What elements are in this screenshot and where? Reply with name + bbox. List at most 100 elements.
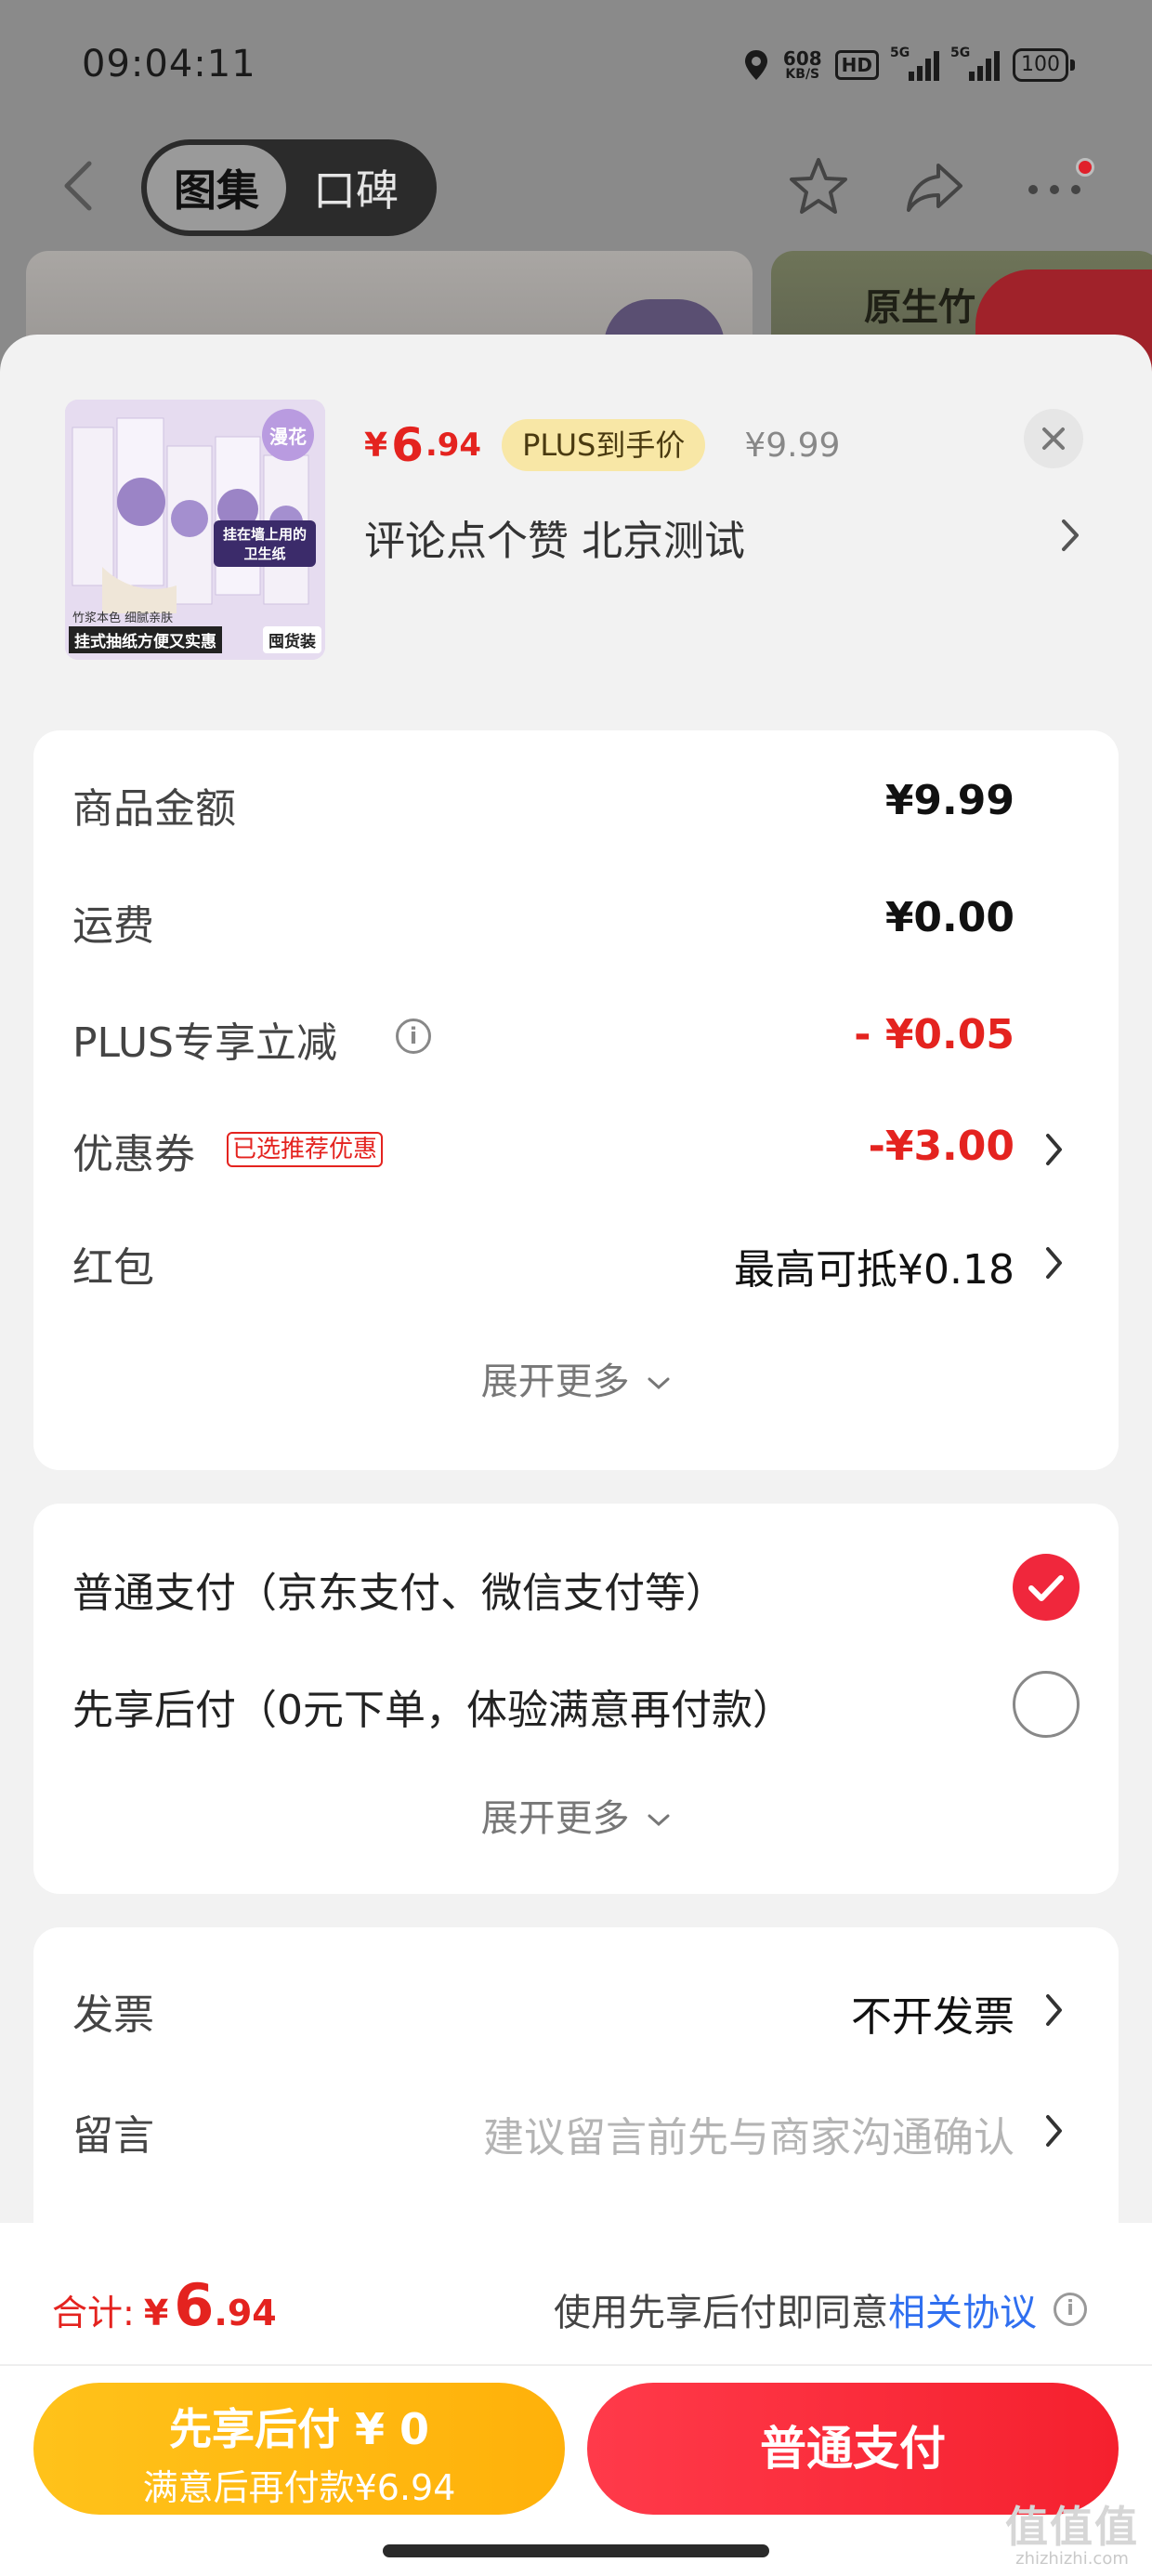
battery-icon: 100 <box>1013 48 1075 82</box>
net-speed-unit: KB/S <box>785 67 820 82</box>
thumb-brand-badge: 漫花 <box>262 409 314 461</box>
location-icon <box>744 50 767 80</box>
total-label: 合计: <box>52 2293 135 2333</box>
summary-row-red-packet[interactable]: 红包 最高可抵¥0.18 <box>72 1223 1080 1297</box>
view-tabs: 图集 口碑 <box>141 139 437 236</box>
chevron-right-icon[interactable] <box>1059 517 1081 554</box>
summary-label: 运费 <box>72 902 154 950</box>
summary-expand-more[interactable]: 展开更多 <box>33 1351 1119 1405</box>
agreement-notice: 使用先享后付即同意 相关协议 i <box>554 2282 1087 2336</box>
checkout-footer: 合计: ¥ 6 .94 使用先享后付即同意 相关协议 i 先享后付 ¥ 0 满意… <box>0 2223 1152 2576</box>
home-indicator[interactable] <box>383 2544 769 2557</box>
payment-option-standard[interactable]: 普通支付（京东支付、微信支付等） <box>72 1548 1080 1623</box>
summary-row-shipping: 运费 ¥0.00 <box>72 881 1080 955</box>
price-summary-card-full: 商品金额 ¥9.99 运费 ¥0.00 PLUS专享立减 i - ¥0.05 优… <box>33 730 1119 1470</box>
expand-label: 展开更多 <box>480 1360 630 1403</box>
order-extras-card-full: 发票 不开发票 留言 建议留言前先与商家沟通确认 <box>33 1927 1119 2225</box>
bnpl-button-line2: 满意后再付款¥6.94 <box>142 2467 456 2508</box>
product-header: 漫花 挂在墙上用的卫生纸 竹浆本色 细腻亲肤 挂式抽纸方便又实惠 囤货装 ¥ 6… <box>0 335 1152 669</box>
payment-option-label: 先享后付（0元下单，体验满意再付款） <box>72 1687 793 1734</box>
product-title: 评论点个赞 北京测试 <box>364 518 745 565</box>
summary-value: ¥9.99 <box>884 777 1015 824</box>
price-integer: 6 <box>391 418 424 472</box>
net-speed: 608 KB/S <box>783 49 822 81</box>
nav-bar: 图集 口碑 <box>0 130 1152 242</box>
order-total: 合计: ¥ 6 .94 <box>52 2271 277 2339</box>
summary-value: ¥0.00 <box>884 894 1015 941</box>
invoice-label: 发票 <box>72 1991 154 2039</box>
summary-label: 商品金额 <box>72 785 236 833</box>
signal-tag-1: 5G <box>890 46 910 60</box>
radio-unselected[interactable] <box>1013 1671 1080 1738</box>
signal-icon-2: 5G <box>950 46 1000 81</box>
plus-price-badge: PLUS到手价 <box>502 419 706 471</box>
invoice-value: 不开发票 <box>851 1993 1015 2041</box>
summary-value: -¥3.00 <box>868 1123 1015 1170</box>
message-label: 留言 <box>72 2112 154 2160</box>
summary-value: 最高可抵¥0.18 <box>734 1246 1015 1294</box>
payment-expand-more[interactable]: 展开更多 <box>33 1788 1119 1842</box>
total-decimal: .94 <box>214 2293 277 2333</box>
background-page: 09:04:11 608 KB/S HD 5G 5G 100 图集 口碑 原生竹 <box>0 0 1152 390</box>
status-bar: 09:04:11 608 KB/S HD 5G 5G 100 <box>0 0 1152 130</box>
hd-icon: HD <box>834 50 879 80</box>
check-icon <box>1028 1575 1064 1601</box>
net-speed-value: 608 <box>782 47 822 70</box>
radio-selected[interactable] <box>1013 1554 1080 1621</box>
expand-label: 展开更多 <box>480 1797 630 1840</box>
background-banner-text: 原生竹 <box>864 285 975 329</box>
watermark: 值值值 zhizhizhi.com <box>1005 2493 1139 2569</box>
chevron-down-icon <box>648 1814 670 1827</box>
bnpl-button[interactable]: 先享后付 ¥ 0 满意后再付款¥6.94 <box>33 2383 565 2515</box>
summary-label: PLUS专享立减 <box>72 1019 337 1067</box>
price-row: ¥ 6 .94 PLUS到手价 ¥9.99 <box>364 413 840 478</box>
coupon-tag: 已选推荐优惠 <box>227 1132 384 1167</box>
chevron-right-icon <box>1046 1247 1062 1279</box>
watermark-text: 值值值 <box>1005 2502 1139 2552</box>
thumb-caption-1: 竹浆本色 细腻亲肤 <box>72 611 174 625</box>
close-icon <box>1042 427 1065 450</box>
message-row[interactable]: 留言 建议留言前先与商家沟通确认 <box>72 2091 1080 2165</box>
chevron-down-icon <box>648 1377 670 1390</box>
thumb-caption-3: 囤货装 <box>263 626 321 653</box>
product-thumbnail: 漫花 挂在墙上用的卫生纸 竹浆本色 细腻亲肤 挂式抽纸方便又实惠 囤货装 <box>65 400 325 660</box>
payment-method-card-full: 普通支付（京东支付、微信支付等） 先享后付（0元下单，体验满意再付款） 展开更多 <box>33 1504 1119 1894</box>
price-currency: ¥ <box>364 426 388 465</box>
summary-value: - ¥0.05 <box>854 1011 1015 1058</box>
signal-tag-2: 5G <box>950 46 971 60</box>
status-time: 09:04:11 <box>82 43 256 85</box>
close-button[interactable] <box>1024 409 1083 468</box>
payment-option-bnpl[interactable]: 先享后付（0元下单，体验满意再付款） <box>72 1665 1080 1740</box>
thumb-sticker: 挂在墙上用的卫生纸 <box>214 520 316 567</box>
invoice-row[interactable]: 发票 不开发票 <box>72 1970 1080 2044</box>
footer-divider <box>0 2364 1152 2366</box>
star-icon[interactable] <box>784 152 853 221</box>
notification-dot <box>1076 158 1094 177</box>
summary-row-plus-discount: PLUS专享立减 i - ¥0.05 <box>72 998 1080 1072</box>
tab-gallery[interactable]: 图集 <box>147 145 286 230</box>
watermark-domain: zhizhizhi.com <box>1015 2549 1129 2569</box>
price-decimal: .94 <box>425 427 482 464</box>
summary-label: 红包 <box>72 1244 154 1292</box>
info-icon[interactable]: i <box>396 1019 431 1054</box>
total-currency: ¥ <box>143 2293 169 2333</box>
chevron-right-icon <box>1046 2115 1062 2147</box>
agreement-text: 使用先享后付即同意 <box>554 2292 888 2334</box>
message-placeholder[interactable]: 建议留言前先与商家沟通确认 <box>483 2104 1015 2163</box>
status-icons: 608 KB/S HD 5G 5G 100 <box>742 45 1075 85</box>
chevron-right-icon <box>1046 1134 1062 1165</box>
summary-row-coupon[interactable]: 优惠券 已选推荐优惠 -¥3.00 <box>72 1110 1080 1184</box>
summary-row-goods: 商品金额 ¥9.99 <box>72 764 1080 838</box>
original-price: ¥9.99 <box>744 426 841 465</box>
share-icon[interactable] <box>901 152 970 221</box>
back-icon[interactable] <box>56 158 102 214</box>
signal-icon-1: 5G <box>890 46 939 81</box>
bnpl-button-line1: 先享后付 ¥ 0 <box>168 2404 430 2454</box>
thumb-caption-2: 挂式抽纸方便又实惠 <box>69 626 222 653</box>
summary-label: 优惠券 <box>72 1131 195 1178</box>
total-integer: 6 <box>174 2271 215 2339</box>
payment-option-label: 普通支付（京东支付、微信支付等） <box>72 1570 727 1617</box>
tab-reviews[interactable]: 口碑 <box>286 145 425 230</box>
agreement-link[interactable]: 相关协议 <box>888 2282 1037 2336</box>
info-icon[interactable]: i <box>1054 2293 1087 2326</box>
